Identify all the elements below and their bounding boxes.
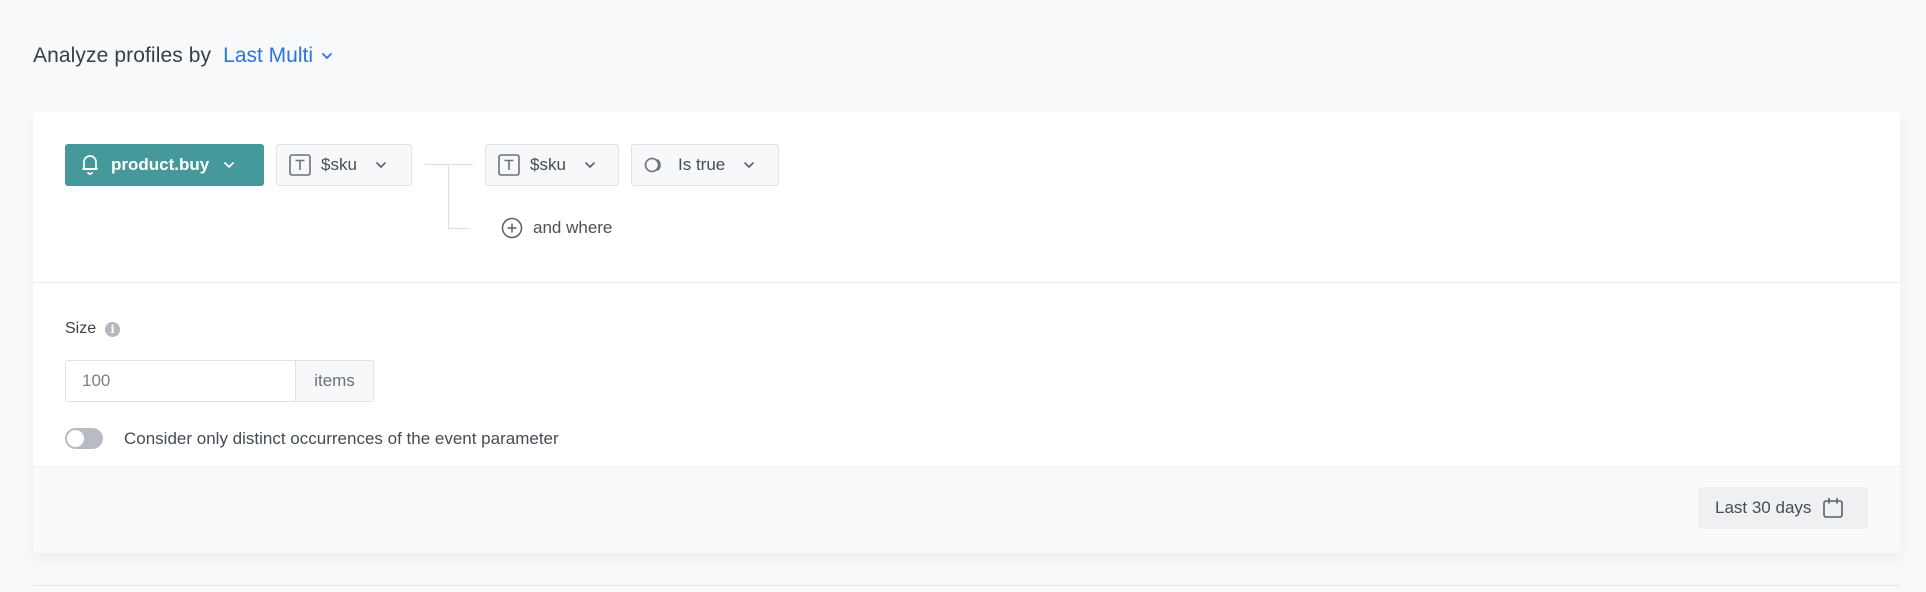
toggle-operator-icon — [644, 157, 661, 173]
add-condition-button[interactable]: and where — [501, 216, 612, 240]
analyze-by-value: Last Multi — [223, 44, 314, 67]
condition-parameter-label: $sku — [530, 155, 566, 174]
text-type-icon — [498, 154, 520, 176]
calendar-icon — [1823, 497, 1844, 518]
date-range-button[interactable]: Last 30 days — [1698, 487, 1868, 529]
distinct-toggle[interactable] — [65, 428, 103, 449]
event-select-button[interactable]: product.buy — [65, 144, 264, 186]
card-footer: Last 30 days — [33, 466, 1900, 553]
condition-operator-label: Is true — [678, 155, 726, 174]
size-label: Size — [65, 320, 97, 337]
analysis-card: product.buy $sku $sku Is true and where … — [33, 112, 1900, 553]
event-parameter-label: $sku — [321, 155, 357, 174]
date-range-label: Last 30 days — [1715, 498, 1812, 517]
event-label: product.buy — [111, 155, 210, 174]
connector-line — [425, 164, 473, 165]
size-label-row: Size i — [65, 320, 121, 338]
event-parameter-select[interactable]: $sku — [276, 144, 412, 186]
info-icon[interactable]: i — [105, 321, 121, 337]
add-condition-label: and where — [533, 218, 613, 237]
distinct-toggle-label: Consider only distinct occurrences of th… — [124, 428, 559, 448]
size-suffix: items — [295, 361, 373, 401]
chevron-down-icon — [322, 53, 332, 59]
chevron-down-icon — [744, 162, 755, 168]
condition-parameter-select[interactable]: $sku — [485, 144, 619, 186]
plus-circle-icon — [501, 217, 523, 239]
size-input-group: items — [65, 360, 374, 402]
analyze-by-select[interactable]: Last Multi — [223, 44, 333, 68]
filter-section: product.buy $sku $sku Is true and where — [33, 112, 1900, 283]
chevron-down-icon — [585, 162, 595, 168]
size-input[interactable] — [66, 361, 295, 401]
chevron-down-icon — [376, 162, 386, 168]
bell-icon — [82, 155, 98, 175]
page-header: Analyze profiles by Last Multi — [33, 40, 333, 72]
condition-operator-select[interactable]: Is true — [631, 144, 779, 186]
chevron-down-icon — [224, 162, 235, 168]
distinct-toggle-row: Consider only distinct occurrences of th… — [65, 428, 559, 449]
connector-line — [448, 228, 470, 229]
text-type-icon — [289, 154, 311, 176]
connector-line — [448, 164, 449, 229]
divider — [33, 585, 1900, 586]
page-title: Analyze profiles by — [33, 44, 212, 67]
